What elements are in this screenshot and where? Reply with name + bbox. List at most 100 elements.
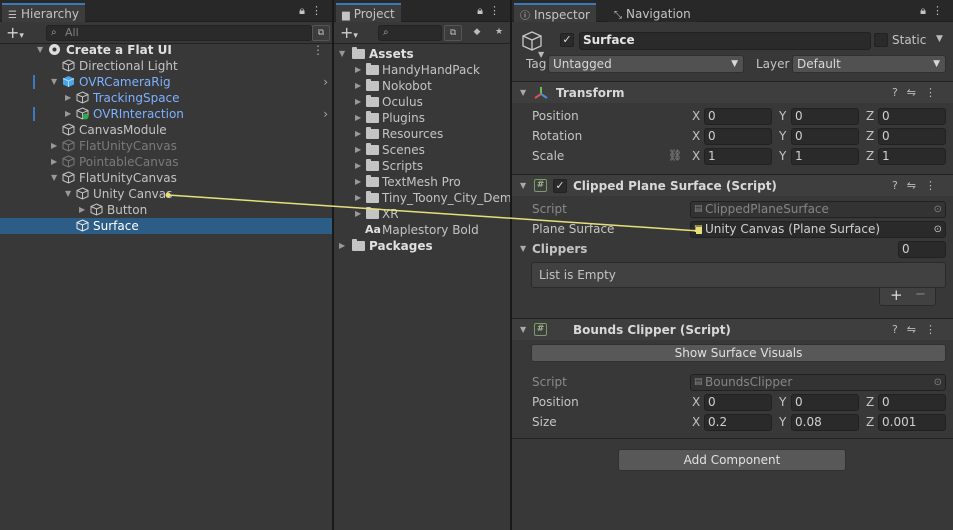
bounds-size-y-input[interactable]: 0.08 <box>791 414 859 431</box>
hierarchy-item[interactable]: ▶ TrackingSpace <box>0 90 332 106</box>
chevron-right-icon[interactable]: › <box>323 74 328 90</box>
y-axis-label[interactable]: Y <box>779 126 786 146</box>
fold-arrow-icon[interactable]: ▶ <box>355 110 361 126</box>
hierarchy-item[interactable]: ▶ FlatUnityCanvas <box>0 138 332 154</box>
gameobject-large-icon[interactable] <box>521 30 543 52</box>
x-axis-label[interactable]: X <box>692 146 700 166</box>
bounds-position-y-input[interactable]: 0 <box>791 394 859 411</box>
tab-options[interactable]: 🔒︎⋮ <box>477 4 506 18</box>
chevron-down-icon[interactable]: ▼ <box>936 34 943 44</box>
presets-icon[interactable]: ⇋ <box>907 179 925 192</box>
x-axis-label[interactable]: X <box>692 412 700 432</box>
hierarchy-item[interactable]: Directional Light <box>0 58 332 74</box>
z-axis-label[interactable]: Z <box>866 146 874 166</box>
tab-options[interactable]: 🔒︎⋮ <box>299 4 328 18</box>
fold-arrow-icon[interactable]: ▶ <box>51 138 57 154</box>
scale-x-input[interactable]: 1 <box>704 148 772 165</box>
remove-element-button[interactable]: − <box>915 287 926 302</box>
fold-arrow-icon[interactable]: ▼ <box>51 170 57 186</box>
clippers-size-input[interactable]: 0 <box>898 241 946 258</box>
scale-z-input[interactable]: 1 <box>878 148 946 165</box>
more-icon[interactable]: ⋮ <box>925 323 945 336</box>
hierarchy-item[interactable]: ▶ OVRInteraction › <box>0 106 332 122</box>
folder-item[interactable]: ▶ Oculus <box>334 94 510 110</box>
hierarchy-item[interactable]: CanvasModule <box>0 122 332 138</box>
project-search-input[interactable]: ⌕ <box>378 25 442 41</box>
transform-header[interactable]: ▼ Transform ?⇋⋮ <box>512 81 953 103</box>
fold-arrow-icon[interactable]: ▼ <box>520 175 526 197</box>
create-button[interactable]: +▾ <box>6 23 24 42</box>
hierarchy-item[interactable]: ▼ FlatUnityCanvas <box>0 170 332 186</box>
tab-navigation[interactable]: ⤡ Navigation <box>608 3 697 22</box>
tab-inspector[interactable]: ⓘ Inspector <box>514 3 596 22</box>
font-asset-item[interactable]: Aa Maplestory Bold <box>334 222 510 238</box>
fold-arrow-icon[interactable]: ▶ <box>355 206 361 222</box>
component-header-icons[interactable]: ?⇋⋮ <box>892 82 945 104</box>
fold-arrow-icon[interactable]: ▶ <box>79 202 85 218</box>
folder-item[interactable]: ▶ Nokobot <box>334 78 510 94</box>
bounds-size-x-input[interactable]: 0.2 <box>704 414 772 431</box>
help-icon[interactable]: ? <box>892 179 907 192</box>
static-checkbox[interactable] <box>874 33 888 47</box>
active-checkbox[interactable]: ✓ <box>560 33 574 47</box>
scale-y-input[interactable]: 1 <box>791 148 859 165</box>
hierarchy-item[interactable]: ▼ Unity Canvas <box>0 186 332 202</box>
fold-arrow-icon[interactable]: ▶ <box>355 174 361 190</box>
rotation-y-input[interactable]: 0 <box>791 128 859 145</box>
fold-arrow-icon[interactable]: ▶ <box>355 158 361 174</box>
rotation-x-input[interactable]: 0 <box>704 128 772 145</box>
layer-dropdown[interactable]: Default ▼ <box>792 55 946 73</box>
presets-icon[interactable]: ⇋ <box>907 323 925 336</box>
lock-icon[interactable]: 🔒︎ <box>920 4 932 17</box>
position-z-input[interactable]: 0 <box>878 108 946 125</box>
more-icon[interactable]: ⋮ <box>925 179 945 192</box>
presets-icon[interactable]: ⇋ <box>907 86 925 99</box>
z-axis-label[interactable]: Z <box>866 106 874 126</box>
fold-arrow-icon[interactable]: ▶ <box>65 90 71 106</box>
create-asset-button[interactable]: +▾ <box>340 23 358 42</box>
add-component-button[interactable]: Add Component <box>618 449 846 471</box>
star-icon[interactable]: ★ <box>490 25 508 41</box>
bounds-position-x-input[interactable]: 0 <box>704 394 772 411</box>
hierarchy-item[interactable]: ▼ OVRCameraRig › <box>0 74 332 90</box>
lock-icon[interactable]: 🔒︎ <box>477 4 489 17</box>
z-axis-label[interactable]: Z <box>866 126 874 146</box>
bounds-position-z-input[interactable]: 0 <box>878 394 946 411</box>
scene-row[interactable]: ▼ Create a Flat UI ⋮ <box>0 42 332 58</box>
assets-root[interactable]: ▼ Assets <box>334 46 510 62</box>
folder-item[interactable]: ▶ Plugins <box>334 110 510 126</box>
clipped-plane-header[interactable]: ▼ # ✓ Clipped Plane Surface (Script) ?⇋⋮ <box>512 174 953 196</box>
link-icon[interactable]: ⛓ <box>668 146 682 166</box>
folder-item[interactable]: ▶ HandyHandPack <box>334 62 510 78</box>
hierarchy-item[interactable]: ▶ Button <box>0 202 332 218</box>
label-icon[interactable]: ◆ <box>468 25 486 41</box>
hierarchy-item-selected[interactable]: Surface <box>0 218 332 234</box>
fold-arrow-icon[interactable]: ▼ <box>339 46 345 62</box>
hierarchy-item[interactable]: ▶ PointableCanvas <box>0 154 332 170</box>
more-icon[interactable]: ⋮ <box>311 4 328 17</box>
z-axis-label[interactable]: Z <box>866 392 874 412</box>
fold-arrow-icon[interactable]: ▼ <box>51 74 57 90</box>
help-icon[interactable]: ? <box>892 323 907 336</box>
y-axis-label[interactable]: Y <box>779 412 786 432</box>
more-icon[interactable]: ⋮ <box>489 4 506 17</box>
fold-arrow-icon[interactable]: ▶ <box>355 78 361 94</box>
chevron-right-icon[interactable]: › <box>323 106 328 122</box>
object-name-input[interactable]: Surface <box>579 32 871 50</box>
folder-item[interactable]: ▶ Scripts <box>334 158 510 174</box>
component-header-icons[interactable]: ?⇋⋮ <box>892 175 945 197</box>
folder-item[interactable]: ▶ Resources <box>334 126 510 142</box>
fold-arrow-icon[interactable]: ▼ <box>520 82 526 104</box>
component-header-icons[interactable]: ?⇋⋮ <box>892 319 945 341</box>
x-axis-label[interactable]: X <box>692 126 700 146</box>
fold-arrow-icon[interactable]: ▶ <box>51 154 57 170</box>
tag-dropdown[interactable]: Untagged ▼ <box>548 55 744 73</box>
y-axis-label[interactable]: Y <box>779 392 786 412</box>
packages-root[interactable]: ▶ Packages <box>334 238 510 254</box>
y-axis-label[interactable]: Y <box>779 106 786 126</box>
folder-item[interactable]: ▶ Tiny_Toony_City_Demo <box>334 190 510 206</box>
add-element-button[interactable]: + <box>890 286 903 304</box>
more-icon[interactable]: ⋮ <box>925 86 945 99</box>
component-enabled-checkbox[interactable]: ✓ <box>553 179 567 193</box>
bounds-clipper-header[interactable]: ▼ # Bounds Clipper (Script) ?⇋⋮ <box>512 318 953 340</box>
